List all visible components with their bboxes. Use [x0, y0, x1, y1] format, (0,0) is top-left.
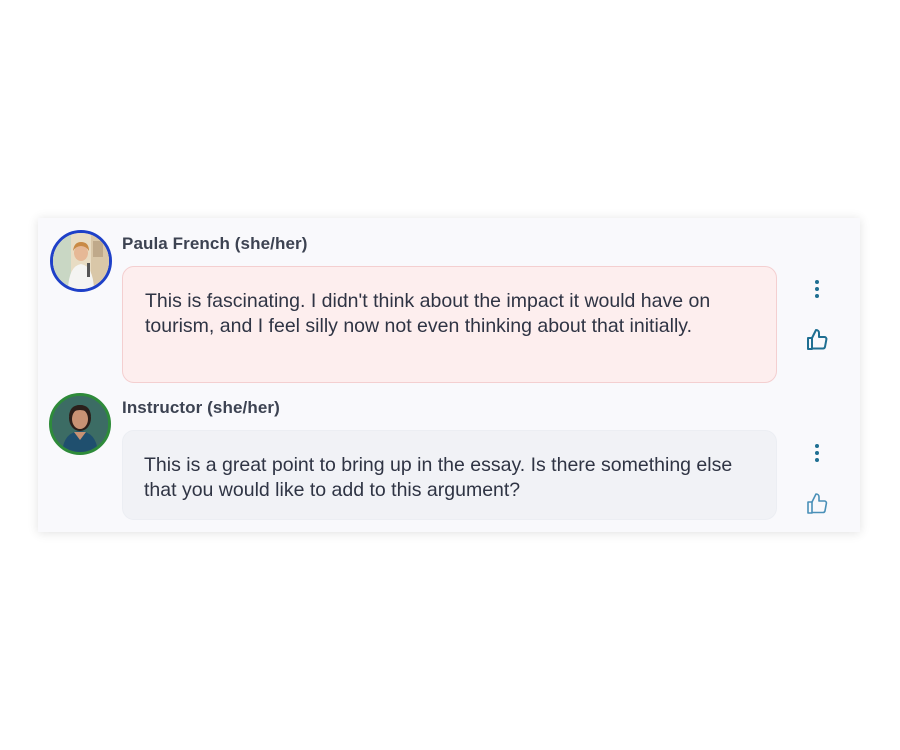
- dot: [815, 444, 819, 448]
- dot: [815, 458, 819, 462]
- dot: [815, 280, 819, 284]
- more-options-icon[interactable]: [807, 440, 827, 466]
- comment-body: This is fascinating. I didn't think abou…: [122, 266, 777, 383]
- avatar[interactable]: [49, 393, 111, 455]
- comment-body: This is a great point to bring up in the…: [122, 430, 777, 520]
- comment-author: Instructor (she/her): [122, 398, 280, 417]
- comment-item: Instructor (she/her) This is a great poi…: [38, 382, 860, 532]
- comment-item: Paula French (she/her) This is fascinati…: [38, 218, 860, 388]
- comment-thread: Paula French (she/her) This is fascinati…: [38, 218, 860, 532]
- avatar-photo: [53, 233, 109, 289]
- more-options-icon[interactable]: [807, 276, 827, 302]
- dot: [815, 287, 819, 291]
- dot: [815, 451, 819, 455]
- dot: [815, 294, 819, 298]
- avatar[interactable]: [50, 230, 112, 292]
- thumbs-up-icon[interactable]: [805, 328, 829, 352]
- comment-author: Paula French (she/her): [122, 234, 308, 253]
- thumbs-up-icon[interactable]: [805, 492, 829, 516]
- avatar-photo: [52, 396, 108, 452]
